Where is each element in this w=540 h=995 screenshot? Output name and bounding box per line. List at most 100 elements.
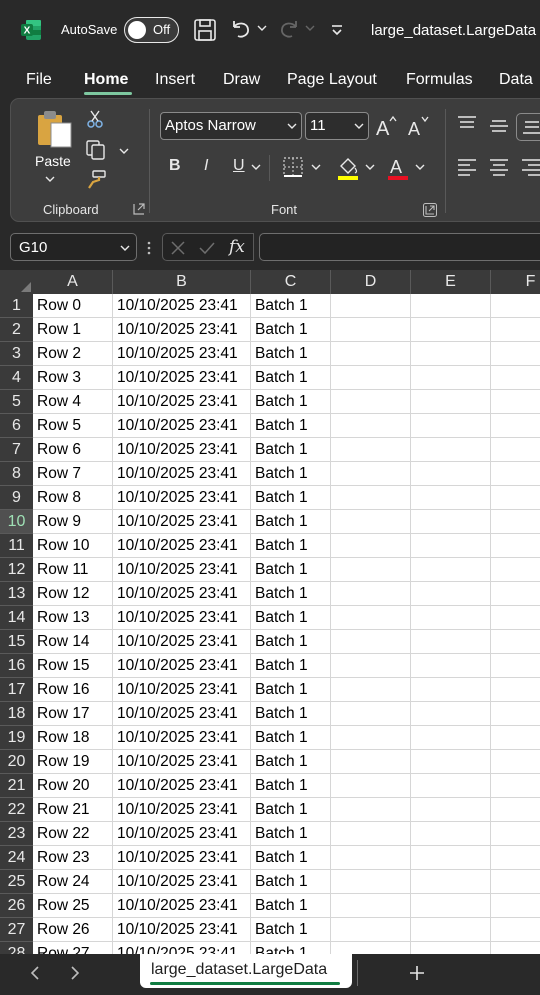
cell-d25[interactable] xyxy=(331,870,411,894)
cell-b8[interactable]: 10/10/2025 23:41 xyxy=(113,462,251,486)
cell-e7[interactable] xyxy=(411,438,491,462)
cell-c21[interactable]: Batch 1 xyxy=(251,774,331,798)
cell-a14[interactable]: Row 13 xyxy=(33,606,113,630)
cell-a12[interactable]: Row 11 xyxy=(33,558,113,582)
tab-home[interactable]: Home xyxy=(84,71,128,89)
tab-page-layout[interactable]: Page Layout xyxy=(287,71,377,89)
cell-a5[interactable]: Row 4 xyxy=(33,390,113,414)
row-header[interactable]: 11 xyxy=(0,534,33,558)
row-header[interactable]: 24 xyxy=(0,846,33,870)
cell-e9[interactable] xyxy=(411,486,491,510)
cell-a1[interactable]: Row 0 xyxy=(33,294,113,318)
font-color-dropdown-icon[interactable] xyxy=(415,163,425,171)
cell-b16[interactable]: 10/10/2025 23:41 xyxy=(113,654,251,678)
cell-d26[interactable] xyxy=(331,894,411,918)
cell-b23[interactable]: 10/10/2025 23:41 xyxy=(113,822,251,846)
undo-icon[interactable] xyxy=(228,17,254,43)
column-header-f[interactable]: F xyxy=(491,270,540,294)
cell-f1[interactable] xyxy=(491,294,540,318)
cell-d14[interactable] xyxy=(331,606,411,630)
cell-e12[interactable] xyxy=(411,558,491,582)
borders-icon[interactable] xyxy=(282,156,304,178)
column-header-d[interactable]: D xyxy=(331,270,411,294)
row-header[interactable]: 22 xyxy=(0,798,33,822)
cell-b5[interactable]: 10/10/2025 23:41 xyxy=(113,390,251,414)
cell-a11[interactable]: Row 10 xyxy=(33,534,113,558)
cell-d21[interactable] xyxy=(331,774,411,798)
redo-dropdown-icon[interactable] xyxy=(305,24,315,32)
tab-insert[interactable]: Insert xyxy=(155,71,195,89)
row-header[interactable]: 5 xyxy=(0,390,33,414)
tab-draw[interactable]: Draw xyxy=(223,71,260,89)
cell-f23[interactable] xyxy=(491,822,540,846)
cell-b22[interactable]: 10/10/2025 23:41 xyxy=(113,798,251,822)
italic-button[interactable]: I xyxy=(204,157,208,175)
cell-a23[interactable]: Row 22 xyxy=(33,822,113,846)
cell-b1[interactable]: 10/10/2025 23:41 xyxy=(113,294,251,318)
cell-e19[interactable] xyxy=(411,726,491,750)
underline-button[interactable]: U xyxy=(233,157,245,175)
column-header-e[interactable]: E xyxy=(411,270,491,294)
cell-f2[interactable] xyxy=(491,318,540,342)
cell-c13[interactable]: Batch 1 xyxy=(251,582,331,606)
cell-f15[interactable] xyxy=(491,630,540,654)
cell-a21[interactable]: Row 20 xyxy=(33,774,113,798)
cell-b18[interactable]: 10/10/2025 23:41 xyxy=(113,702,251,726)
row-header[interactable]: 4 xyxy=(0,366,33,390)
fx-icon[interactable]: fx xyxy=(229,237,245,257)
scroll-left-icon[interactable] xyxy=(30,966,40,980)
cell-e16[interactable] xyxy=(411,654,491,678)
cell-c8[interactable]: Batch 1 xyxy=(251,462,331,486)
cell-d8[interactable] xyxy=(331,462,411,486)
cell-a3[interactable]: Row 2 xyxy=(33,342,113,366)
clipboard-launcher-icon[interactable] xyxy=(133,203,145,215)
scroll-right-icon[interactable] xyxy=(70,966,80,980)
cell-d17[interactable] xyxy=(331,678,411,702)
row-header[interactable]: 12 xyxy=(0,558,33,582)
cell-d12[interactable] xyxy=(331,558,411,582)
cell-c4[interactable]: Batch 1 xyxy=(251,366,331,390)
row-header[interactable]: 27 xyxy=(0,918,33,942)
cell-a20[interactable]: Row 19 xyxy=(33,750,113,774)
cancel-icon[interactable] xyxy=(170,240,186,256)
cell-f10[interactable] xyxy=(491,510,540,534)
align-bottom-button[interactable] xyxy=(516,113,540,141)
cell-f26[interactable] xyxy=(491,894,540,918)
column-header-b[interactable]: B xyxy=(113,270,251,294)
cell-e27[interactable] xyxy=(411,918,491,942)
bold-button[interactable]: B xyxy=(169,157,181,175)
cell-a2[interactable]: Row 1 xyxy=(33,318,113,342)
tab-formulas[interactable]: Formulas xyxy=(406,71,473,89)
cell-e26[interactable] xyxy=(411,894,491,918)
cell-b7[interactable]: 10/10/2025 23:41 xyxy=(113,438,251,462)
cell-c7[interactable]: Batch 1 xyxy=(251,438,331,462)
cell-d9[interactable] xyxy=(331,486,411,510)
cell-f19[interactable] xyxy=(491,726,540,750)
cell-f7[interactable] xyxy=(491,438,540,462)
cell-c18[interactable]: Batch 1 xyxy=(251,702,331,726)
cell-f25[interactable] xyxy=(491,870,540,894)
tab-file[interactable]: File xyxy=(26,71,52,89)
cell-e11[interactable] xyxy=(411,534,491,558)
more-options-icon[interactable] xyxy=(146,240,152,256)
name-box[interactable]: G10 xyxy=(10,233,137,261)
add-sheet-icon[interactable] xyxy=(409,965,425,981)
customize-icon[interactable] xyxy=(324,17,350,43)
cell-e15[interactable] xyxy=(411,630,491,654)
cell-b25[interactable]: 10/10/2025 23:41 xyxy=(113,870,251,894)
cell-c19[interactable]: Batch 1 xyxy=(251,726,331,750)
cell-c12[interactable]: Batch 1 xyxy=(251,558,331,582)
row-header[interactable]: 14 xyxy=(0,606,33,630)
cell-d28[interactable] xyxy=(331,942,411,954)
cell-f6[interactable] xyxy=(491,414,540,438)
cell-e10[interactable] xyxy=(411,510,491,534)
cell-d18[interactable] xyxy=(331,702,411,726)
borders-dropdown-icon[interactable] xyxy=(311,163,321,171)
fill-color-icon[interactable] xyxy=(336,155,360,181)
cell-a24[interactable]: Row 23 xyxy=(33,846,113,870)
row-header[interactable]: 9 xyxy=(0,486,33,510)
cell-e2[interactable] xyxy=(411,318,491,342)
cell-d4[interactable] xyxy=(331,366,411,390)
autosave-toggle[interactable]: Off xyxy=(124,17,179,43)
tab-data[interactable]: Data xyxy=(499,71,533,89)
